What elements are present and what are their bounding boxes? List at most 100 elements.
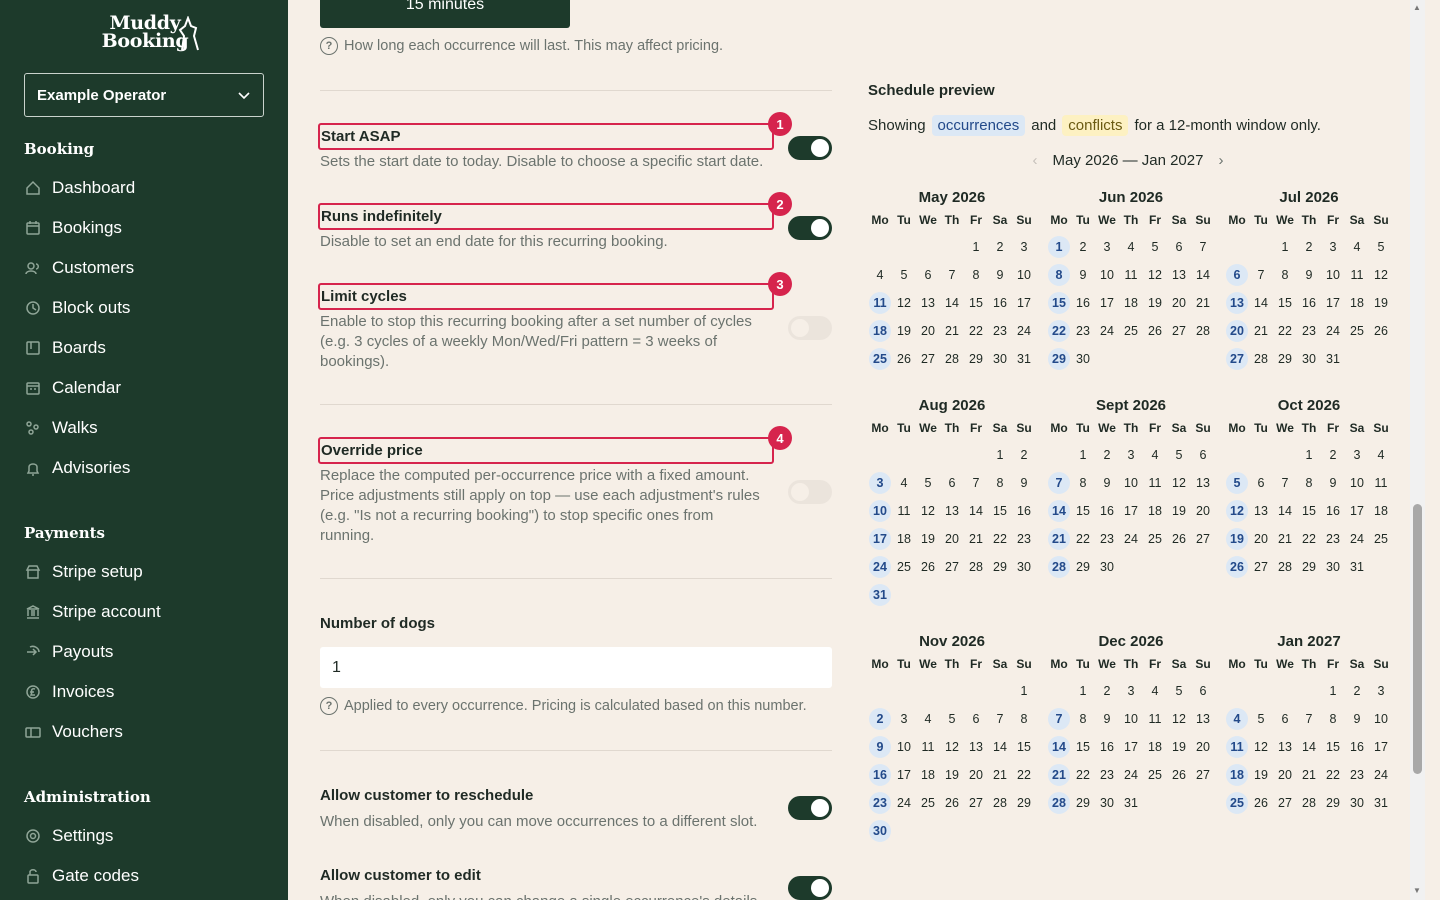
- calendar-day-occurrence[interactable]: 30: [868, 817, 892, 845]
- sidebar-item-calendar[interactable]: Calendar: [24, 374, 121, 402]
- calendar-day-occurrence[interactable]: 31: [868, 581, 892, 609]
- calendar-day-occurrence[interactable]: 6: [1225, 261, 1249, 289]
- empty-day: [892, 677, 916, 705]
- calendar-day-occurrence[interactable]: 24: [868, 553, 892, 581]
- calendar-day-occurrence[interactable]: 15: [1047, 289, 1071, 317]
- calendar-day: 24: [1124, 532, 1138, 546]
- calendar-day: 30: [1326, 560, 1340, 574]
- month-calendar: Jun 2026 Mo Tu We Th Fr Sa Su 1 2 3 4 5 6 7 8 9 10 11 12 13 1…: [1047, 189, 1215, 373]
- scroll-thumb[interactable]: [1413, 504, 1422, 774]
- calendar-day: 27: [1254, 560, 1268, 574]
- sidebar-item-stripe-setup[interactable]: Stripe setup: [24, 558, 143, 586]
- help-icon: ?: [320, 697, 338, 715]
- calendar-day-occurrence[interactable]: 13: [1225, 289, 1249, 317]
- sidebar-item-stripe-account[interactable]: Stripe account: [24, 598, 161, 626]
- option-toggle-2[interactable]: [788, 216, 832, 240]
- calendar-day-occurrence[interactable]: 7: [1047, 705, 1071, 733]
- calendar-day-occurrence[interactable]: 14: [1047, 497, 1071, 525]
- calendar-day-occurrence[interactable]: 28: [1047, 553, 1071, 581]
- calendar-day-occurrence[interactable]: 7: [1047, 469, 1071, 497]
- divider: [320, 578, 832, 579]
- calendar-day-occurrence[interactable]: 12: [1225, 497, 1249, 525]
- schedule-preview-title: Schedule preview: [868, 82, 995, 99]
- occurrence-marker: 10: [869, 500, 891, 522]
- calendar-day-occurrence[interactable]: 11: [868, 289, 892, 317]
- calendar-day: 10: [1326, 268, 1340, 282]
- sidebar-item-advisories[interactable]: Advisories: [24, 454, 130, 482]
- calendar-day-occurrence[interactable]: 18: [1225, 761, 1249, 789]
- duration-select[interactable]: 15 minutes: [320, 0, 570, 28]
- reschedule-toggle[interactable]: [788, 796, 832, 820]
- calendar-day-occurrence[interactable]: 16: [868, 761, 892, 789]
- option-description: Replace the computed per-occurrence pric…: [320, 467, 760, 544]
- scrollbar[interactable]: ▲ ▼: [1410, 0, 1425, 900]
- calendar-day-occurrence[interactable]: 3: [868, 469, 892, 497]
- calendar-day-occurrence[interactable]: 21: [1047, 525, 1071, 553]
- calendar-day: 14: [1196, 268, 1210, 282]
- operator-select[interactable]: Example Operator: [24, 73, 264, 117]
- calendar-day-occurrence[interactable]: 27: [1225, 345, 1249, 373]
- sidebar-item-payouts[interactable]: Payouts: [24, 638, 113, 666]
- calendar-day-occurrence[interactable]: 5: [1225, 469, 1249, 497]
- calendar-day-occurrence[interactable]: 25: [868, 345, 892, 373]
- calendar-day: 29: [1278, 352, 1292, 366]
- chevron-right-icon[interactable]: ›: [1214, 152, 1228, 169]
- muddy-booking-logo[interactable]: Muddy Booking: [88, 14, 202, 54]
- option-number-badge: 2: [768, 192, 792, 216]
- calendar-day: 2: [996, 240, 1004, 254]
- calendar-day: 9: [1103, 476, 1111, 490]
- option-toggle-3[interactable]: [788, 316, 832, 340]
- sidebar-item-bookings[interactable]: Bookings: [24, 214, 122, 242]
- sidebar-item-gate-codes[interactable]: Gate codes: [24, 862, 139, 890]
- calendar-day-occurrence[interactable]: 1: [1047, 233, 1071, 261]
- sidebar-item-vouchers[interactable]: Vouchers: [24, 718, 123, 746]
- sidebar-item-customers[interactable]: Customers: [24, 254, 134, 282]
- calendar-day: 5: [1377, 240, 1385, 254]
- option-label-3: Limit cycles: [318, 283, 774, 310]
- calendar-day-occurrence[interactable]: 22: [1047, 317, 1071, 345]
- calendar-day-occurrence[interactable]: 2: [868, 705, 892, 733]
- sidebar-item-boards[interactable]: Boards: [24, 334, 106, 362]
- section-title-administration: Administration: [24, 788, 151, 806]
- calendar-day-occurrence[interactable]: 4: [1225, 705, 1249, 733]
- calendar-day-occurrence[interactable]: 20: [1225, 317, 1249, 345]
- option-toggle-4[interactable]: [788, 480, 832, 504]
- scroll-down-icon[interactable]: ▼: [1413, 886, 1421, 895]
- calendar-day-occurrence[interactable]: 29: [1047, 345, 1071, 373]
- month-title: Aug 2026: [918, 397, 986, 414]
- calendar-day: 14: [969, 504, 983, 518]
- calendar-day-occurrence[interactable]: 26: [1225, 553, 1249, 581]
- sidebar-item-walks[interactable]: Walks: [24, 414, 98, 442]
- calendar-day-occurrence[interactable]: 28: [1047, 789, 1071, 817]
- calendar-day-occurrence[interactable]: 25: [1225, 789, 1249, 817]
- sidebar-item-settings[interactable]: Settings: [24, 822, 113, 850]
- sidebar-item-block-outs[interactable]: Block outs: [24, 294, 130, 322]
- calendar-day: 9: [1329, 476, 1337, 490]
- calendar-day-occurrence[interactable]: 14: [1047, 733, 1071, 761]
- dogs-input[interactable]: 1: [320, 647, 832, 688]
- weekday-label: Mo: [1050, 657, 1068, 671]
- occurrence-marker: 16: [869, 764, 891, 786]
- empty-day: [1249, 233, 1273, 261]
- calendar-day-occurrence[interactable]: 18: [868, 317, 892, 345]
- calendar-day-occurrence[interactable]: 9: [868, 733, 892, 761]
- calendar-day-occurrence[interactable]: 8: [1047, 261, 1071, 289]
- chevron-left-icon[interactable]: ‹: [1028, 152, 1042, 169]
- weekday-label: Tu: [1254, 657, 1268, 671]
- calendar-day-occurrence[interactable]: 21: [1047, 761, 1071, 789]
- boards-icon: [26, 341, 40, 355]
- calendar-day: 16: [1100, 504, 1114, 518]
- sidebar-item-dashboard[interactable]: Dashboard: [24, 174, 135, 202]
- calendar-day-occurrence[interactable]: 23: [868, 789, 892, 817]
- option-toggle-1[interactable]: [788, 136, 832, 160]
- calendar-day-occurrence[interactable]: 19: [1225, 525, 1249, 553]
- calendar-day: 30: [1100, 560, 1114, 574]
- calendar-day: 14: [1302, 740, 1316, 754]
- scroll-up-icon[interactable]: ▲: [1413, 3, 1421, 12]
- sidebar-item-invoices[interactable]: Invoices: [24, 678, 114, 706]
- calendar-day: 2: [1020, 448, 1028, 462]
- calendar-day-occurrence[interactable]: 10: [868, 497, 892, 525]
- calendar-day-occurrence[interactable]: 17: [868, 525, 892, 553]
- edit-toggle[interactable]: [788, 876, 832, 900]
- calendar-day-occurrence[interactable]: 11: [1225, 733, 1249, 761]
